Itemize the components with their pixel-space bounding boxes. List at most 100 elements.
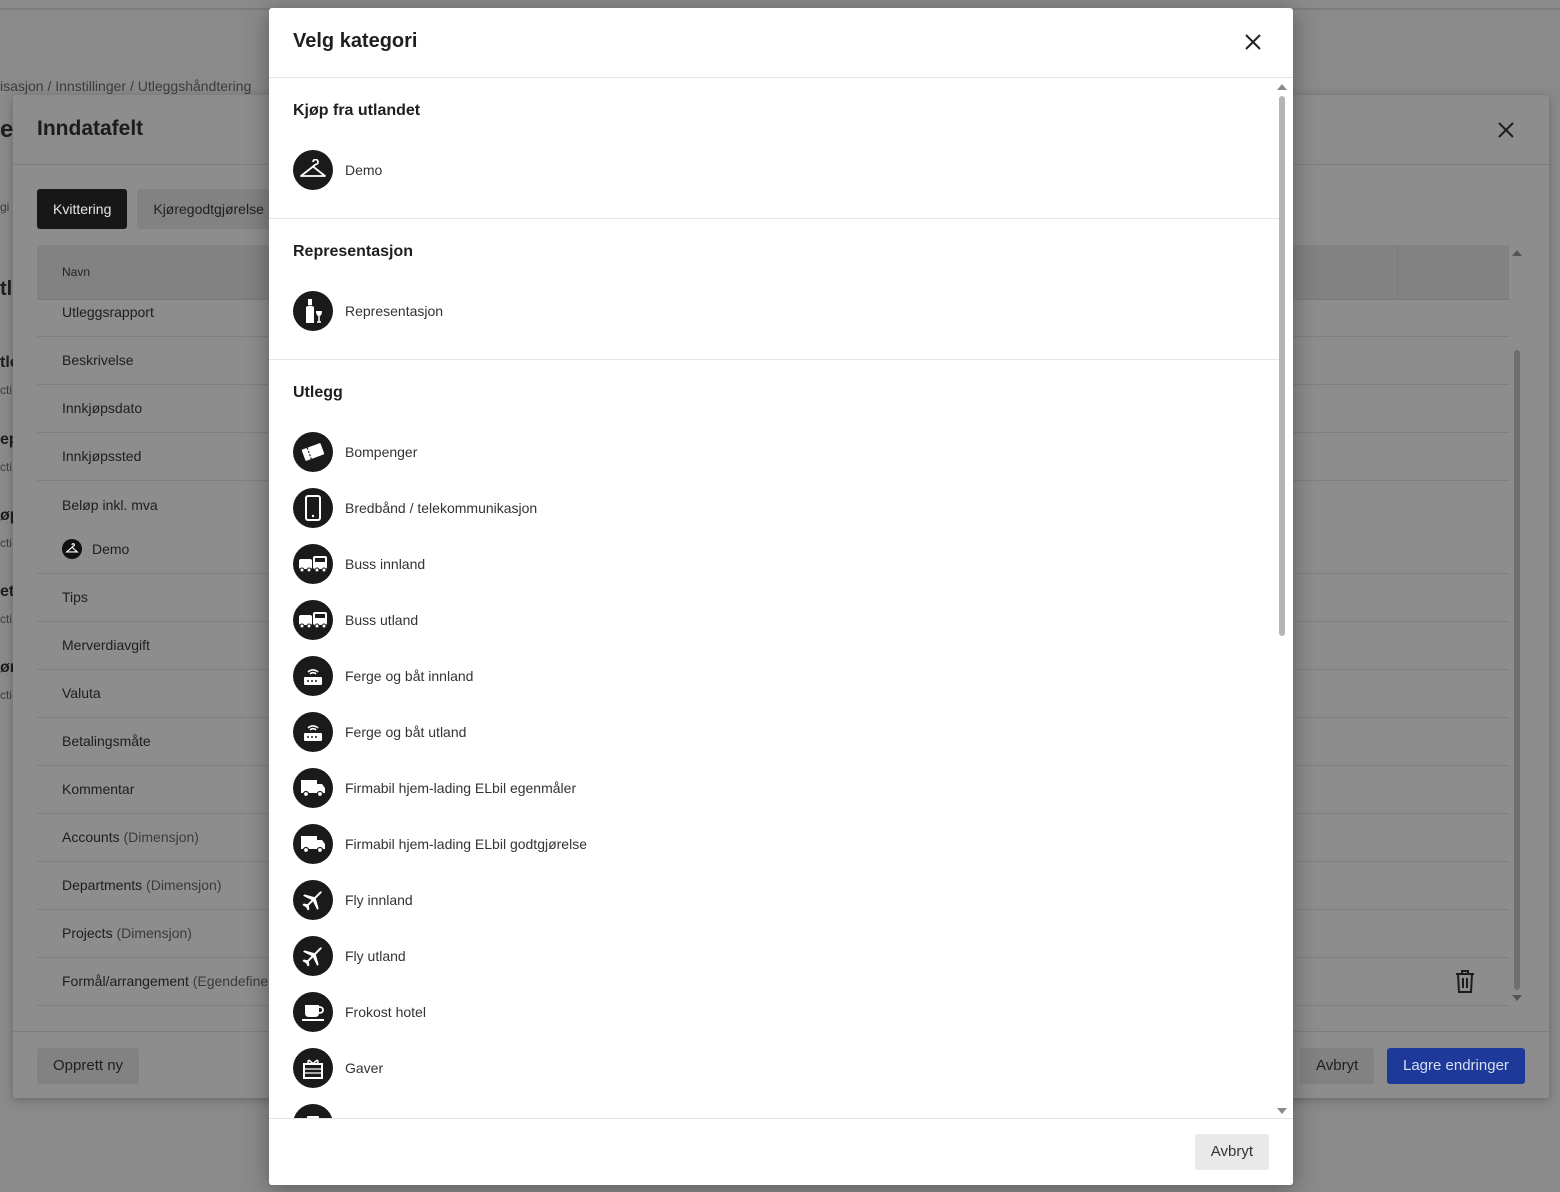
section-heading: Utlegg xyxy=(293,384,343,401)
modal-header: Velg kategori xyxy=(269,8,1293,78)
category-item-firmabil-godtgjorelse[interactable]: Firmabil hjem-lading ELbil godtgjørelse xyxy=(293,816,1255,872)
row-name: Beskrivelse xyxy=(62,352,134,368)
trash-icon[interactable] xyxy=(1453,968,1477,997)
category-item-label: Fly utland xyxy=(345,948,406,964)
scrollbar[interactable] xyxy=(1277,84,1287,1116)
fragment: øp xyxy=(0,507,14,524)
category-item-label: Ferge og båt innland xyxy=(345,668,474,684)
row-name: Utleggsrapport xyxy=(62,304,154,320)
category-item-fly-innland[interactable]: Fly innland xyxy=(293,872,1255,928)
truck-icon xyxy=(293,824,333,864)
category-item-label: Buss innland xyxy=(345,556,426,572)
fragment: et xyxy=(0,583,14,600)
category-item-gaver[interactable]: Gaver xyxy=(293,1040,1255,1096)
category-section: Kjøp fra utlandet Demo xyxy=(269,78,1279,219)
category-item-label: Bompenger xyxy=(345,444,418,460)
scroll-up-icon[interactable] xyxy=(1277,84,1287,90)
row-name: Valuta xyxy=(62,685,101,701)
category-item-label: Firmabil hjem-lading ELbil egenmåler xyxy=(345,780,577,796)
close-icon[interactable] xyxy=(1241,30,1265,54)
column-divider xyxy=(1397,245,1398,300)
scrollbar-thumb[interactable] xyxy=(1279,96,1285,636)
category-item-ferge-utland[interactable]: Ferge og båt utland xyxy=(293,704,1255,760)
row-type: (Dimensjon) xyxy=(123,829,199,845)
create-new-button[interactable]: Opprett ny xyxy=(37,1048,140,1084)
close-icon[interactable] xyxy=(1497,119,1515,145)
fragment: gi xyxy=(0,200,10,214)
cancel-button[interactable]: Avbryt xyxy=(1194,1134,1269,1170)
row-name: Innkjøpsdato xyxy=(62,400,143,416)
coffee-icon xyxy=(293,992,333,1032)
phone-icon xyxy=(293,488,333,528)
bus-icon xyxy=(293,600,333,640)
row-name: Tips xyxy=(62,589,88,605)
plane-icon xyxy=(293,880,333,920)
row-name: Merverdiavgift xyxy=(62,637,150,653)
cancel-button[interactable]: Avbryt xyxy=(1300,1048,1375,1084)
category-section: Utlegg Bompenger Bredbånd / telekommunik… xyxy=(269,360,1279,1118)
breadcrumb[interactable]: isasjon / Innstillinger / Utleggshåndter… xyxy=(0,78,251,94)
category-item-label: Representasjon xyxy=(345,303,444,319)
category-item-buss-utland[interactable]: Buss utland xyxy=(293,592,1255,648)
row-name: Projects xyxy=(62,925,113,941)
category-item-bredband[interactable]: Bredbånd / telekommunikasjon xyxy=(293,480,1255,536)
scrollbar[interactable] xyxy=(1511,245,1523,1005)
category-item-bompenger[interactable]: Bompenger xyxy=(293,424,1255,480)
hanger-icon xyxy=(62,539,82,559)
category-item-label: Frokost hotel xyxy=(345,1004,426,1020)
category-picker-modal: Velg kategori Kjøp fra utlandet Demo Rep… xyxy=(269,8,1293,1185)
bus-icon xyxy=(293,544,333,584)
scroll-up-icon[interactable] xyxy=(1512,250,1522,256)
save-changes-button[interactable]: Lagre endringer xyxy=(1387,1048,1525,1084)
row-type: (Dimensjon) xyxy=(116,925,192,941)
row-type: (Egendefine xyxy=(192,973,269,989)
fragment: tl xyxy=(0,278,13,300)
scrollbar-thumb[interactable] xyxy=(1514,350,1520,990)
modal-title: Velg kategori xyxy=(293,30,418,52)
tab-kvittering[interactable]: Kvittering xyxy=(37,189,128,229)
category-item-representasjon[interactable]: Representasjon xyxy=(293,283,1255,339)
tab-kjoregodtgjorelse[interactable]: Kjøregodtgjørelse xyxy=(137,189,280,229)
fragment: cti xyxy=(0,383,12,397)
category-item-firmabil-egenmaler[interactable]: Firmabil hjem-lading ELbil egenmåler xyxy=(293,760,1255,816)
category-item-label: Ferge og båt utland xyxy=(345,724,467,740)
row-name: Formål/arrangement xyxy=(62,973,189,989)
row-name: Accounts xyxy=(62,829,120,845)
category-item-demo[interactable]: Demo xyxy=(293,142,1255,198)
category-item-frokost-hotel[interactable]: Frokost hotel xyxy=(293,984,1255,1040)
wine-icon xyxy=(293,291,333,331)
category-item-label: Firmabil hjem-lading ELbil godtgjørelse xyxy=(345,836,587,852)
scroll-down-icon[interactable] xyxy=(1277,1108,1287,1114)
partial-icon xyxy=(293,1104,333,1118)
category-chip-label: Demo xyxy=(92,541,130,557)
fragment: tle xyxy=(0,354,14,371)
background-content-fragments: e gi tl tle cti ep cti øp cti et cti ør … xyxy=(0,0,14,1192)
category-chip[interactable]: Demo xyxy=(62,539,129,559)
hanger-icon xyxy=(293,150,333,190)
row-name: Beløp inkl. mva xyxy=(62,497,158,513)
modal-title: Inndatafelt xyxy=(37,117,144,140)
column-header-name[interactable]: Navn xyxy=(62,265,90,279)
section-heading: Representasjon xyxy=(293,243,414,260)
category-item-label: Fly innland xyxy=(345,892,413,908)
category-section: Representasjon Representasjon xyxy=(269,219,1279,360)
ferry-icon xyxy=(293,656,333,696)
category-item-ferge-innland[interactable]: Ferge og båt innland xyxy=(293,648,1255,704)
fragment: cti xyxy=(0,536,12,550)
modal-footer: Avbryt xyxy=(269,1118,1293,1185)
category-item-partial[interactable] xyxy=(293,1096,1255,1118)
tab-bar: Kvittering Kjøregodtgjørelse xyxy=(37,189,280,229)
ticket-icon xyxy=(293,432,333,472)
category-item-buss-innland[interactable]: Buss innland xyxy=(293,536,1255,592)
fragment: ør xyxy=(0,659,14,676)
row-name: Kommentar xyxy=(62,781,135,797)
category-item-label: Buss utland xyxy=(345,612,419,628)
category-item-fly-utland[interactable]: Fly utland xyxy=(293,928,1255,984)
fragment: cti xyxy=(0,612,12,626)
ferry-icon xyxy=(293,712,333,752)
fragment: ep xyxy=(0,431,14,448)
section-heading: Kjøp fra utlandet xyxy=(293,102,421,119)
scroll-down-icon[interactable] xyxy=(1512,995,1522,1001)
category-item-label: Bredbånd / telekommunikasjon xyxy=(345,500,538,516)
row-name: Innkjøpssted xyxy=(62,448,142,464)
